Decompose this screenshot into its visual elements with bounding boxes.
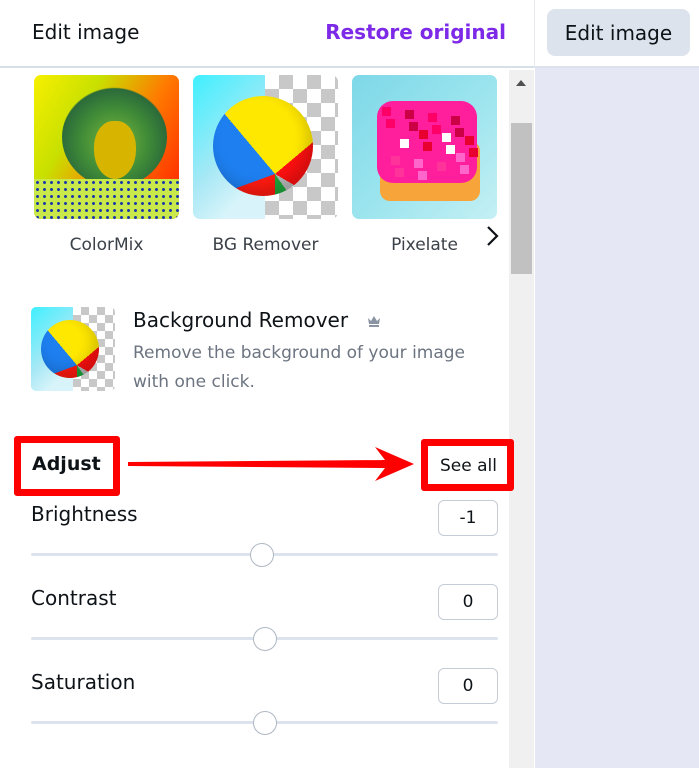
pixel-block [400,139,409,148]
pixel-block [437,162,446,171]
effect-label: ColorMix [69,235,144,255]
pixelated-donut-thumbnail[interactable] [352,75,497,219]
colormix-thumbnail[interactable] [34,75,179,219]
pixel-block [409,122,418,131]
pixel-block [446,145,455,154]
saturation-value-input[interactable]: 0 [438,668,498,704]
canvas-area [535,68,699,768]
brightness-slider-row: Brightness -1 [31,500,498,572]
effect-colormix[interactable]: ColorMix [34,75,179,255]
panel-title: Edit image [32,20,140,44]
pixel-block [418,171,427,180]
pixel-block [395,168,404,177]
panel-scroll-area: ColorMix BG Remover Pixelate Background … [0,70,509,768]
contrast-label: Contrast [31,586,117,610]
feature-description: Remove the background of your image with… [133,343,466,392]
beach-ball-thumbnail[interactable] [193,75,338,219]
restore-original-link[interactable]: Restore original [325,20,506,44]
panel-header: Edit image Restore original [0,0,534,68]
pixel-block [456,153,465,162]
scroll-up-arrow-icon[interactable] [516,80,526,86]
contrast-slider-row: Contrast 0 [31,584,498,656]
saturation-slider-handle[interactable] [252,711,277,735]
scrollbar-thumb[interactable] [511,123,532,274]
feature-title: Background Remover [133,308,349,332]
pixel-block [469,148,478,157]
effect-bg-remover[interactable]: BG Remover [193,75,338,255]
contrast-value-input[interactable]: 0 [438,584,498,620]
vertical-scrollbar[interactable] [509,70,534,768]
chevron-right-icon[interactable] [485,225,499,247]
crown-icon [368,316,380,327]
pixel-block [451,116,460,125]
background-remover-thumbnail [31,307,115,391]
brightness-value-input[interactable]: -1 [438,500,498,536]
pixel-block [391,156,400,165]
see-all-button[interactable]: See all [440,456,497,476]
effect-label: BG Remover [212,235,319,255]
pixel-block [414,159,423,168]
pixel-block [428,113,437,122]
pixel-block [432,125,441,134]
pixel-block [460,165,469,174]
saturation-label: Saturation [31,670,136,694]
pixel-block [442,133,451,142]
pixel-block [419,130,428,139]
brightness-slider-handle[interactable] [250,543,275,567]
background-remover-card[interactable]: Background Remover Remove the background… [31,307,501,397]
effect-label: Pixelate [391,235,458,255]
effect-pixelate[interactable]: Pixelate [352,75,497,255]
saturation-slider-row: Saturation 0 [31,668,498,740]
pixel-block [455,128,464,137]
contrast-slider-handle[interactable] [252,627,277,651]
edit-image-panel: Edit image Restore original ColorMix BG … [0,0,534,768]
pixel-block [382,107,391,116]
adjust-heading: Adjust [32,453,101,475]
brightness-label: Brightness [31,502,138,526]
pixel-block [405,110,414,119]
pixel-block [386,119,395,128]
pixel-block [465,136,474,145]
pixel-block [423,142,432,151]
edit-image-button[interactable]: Edit image [547,9,690,56]
